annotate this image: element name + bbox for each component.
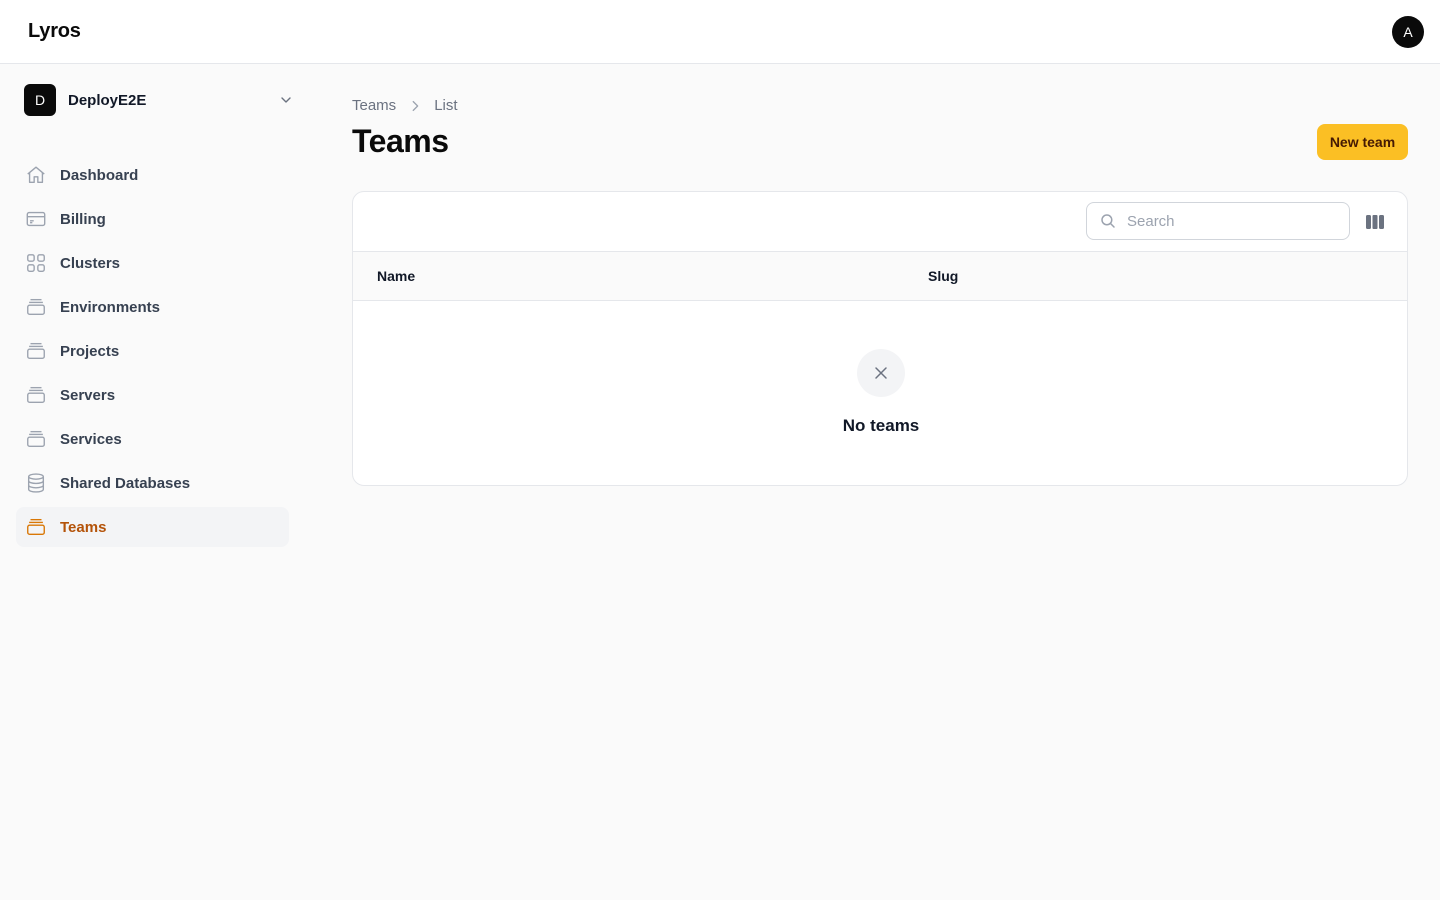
sidebar-item-label: Projects (60, 342, 120, 360)
sidebar-item-shared-databases[interactable]: Shared Databases (16, 463, 289, 503)
grid-icon (24, 251, 48, 275)
app-logo[interactable]: Lyros (28, 20, 81, 43)
sidebar-item-servers[interactable]: Servers (16, 375, 289, 415)
column-header-slug[interactable]: Slug (928, 268, 958, 284)
tenant-switcher[interactable]: D DeployE2E (24, 84, 296, 116)
breadcrumb-current: List (434, 97, 458, 114)
table-header: Name Slug (353, 252, 1407, 301)
top-bar: Lyros A (0, 0, 1440, 64)
sidebar-nav: Dashboard Billing Clusters Environments … (16, 155, 289, 551)
teams-table-card: Name Slug No teams (352, 191, 1408, 486)
sidebar-item-label: Teams (60, 518, 107, 536)
search-field[interactable] (1086, 202, 1350, 240)
page-title: Teams (352, 123, 449, 159)
sidebar-item-label: Servers (60, 386, 116, 404)
stack-icon (24, 515, 48, 539)
home-icon (24, 163, 48, 187)
tenant-avatar: D (24, 84, 56, 116)
sidebar-item-label: Environments (60, 298, 161, 316)
sidebar-item-label: Clusters (60, 254, 121, 272)
sidebar-item-projects[interactable]: Projects (16, 331, 289, 371)
column-header-name[interactable]: Name (377, 268, 415, 284)
search-input[interactable] (1127, 212, 1327, 230)
stack-icon (24, 383, 48, 407)
empty-state-text: No teams (842, 416, 920, 435)
empty-state: No teams (353, 301, 1407, 485)
stack-icon (24, 295, 48, 319)
stack-icon (24, 427, 48, 451)
sidebar-item-billing[interactable]: Billing (16, 199, 289, 239)
sidebar-item-label: Services (60, 430, 122, 448)
sidebar: D DeployE2E Dashboard Billing Clusters E… (0, 65, 304, 900)
breadcrumb: Teams List (352, 97, 458, 114)
sidebar-item-label: Billing (60, 210, 106, 228)
breadcrumb-link-teams[interactable]: Teams (352, 97, 396, 114)
sidebar-item-services[interactable]: Services (16, 419, 289, 459)
credit-card-icon (24, 207, 48, 231)
sidebar-item-clusters[interactable]: Clusters (16, 243, 289, 283)
sidebar-item-label: Shared Databases (60, 474, 191, 492)
database-icon (24, 471, 48, 495)
stack-icon (24, 339, 48, 363)
new-team-button[interactable]: New team (1317, 124, 1408, 160)
table-toolbar (353, 192, 1407, 252)
columns-icon (1366, 215, 1384, 229)
close-icon (875, 367, 887, 379)
user-avatar[interactable]: A (1392, 16, 1424, 48)
sidebar-item-teams[interactable]: Teams (16, 507, 289, 547)
sidebar-item-label: Dashboard (60, 166, 139, 184)
tenant-name: DeployE2E (68, 91, 147, 109)
column-toggle-button[interactable] (1363, 210, 1387, 234)
sidebar-item-environments[interactable]: Environments (16, 287, 289, 327)
empty-state-icon-bg (857, 349, 905, 397)
search-icon (1101, 214, 1115, 228)
chevron-right-icon (408, 99, 422, 113)
chevron-down-icon (281, 97, 291, 103)
sidebar-item-dashboard[interactable]: Dashboard (16, 155, 289, 195)
